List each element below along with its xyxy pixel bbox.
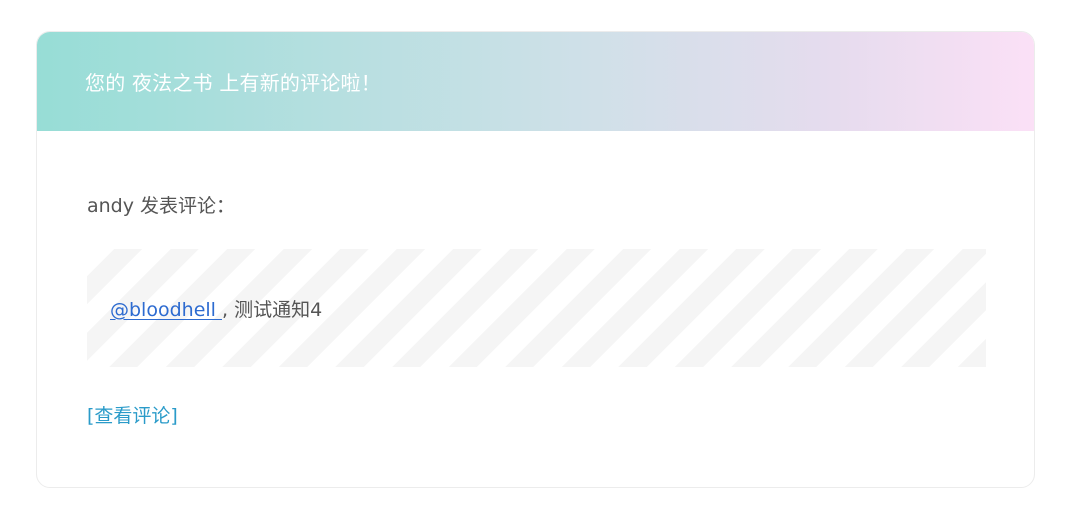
commenter-line: andy 发表评论： <box>87 195 236 217</box>
card-header: 您的 夜法之书 上有新的评论啦！ <box>37 32 1034 131</box>
notification-title: 您的 夜法之书 上有新的评论啦！ <box>85 71 381 95</box>
comment-content: @bloodhell , 测试通知4 <box>110 295 322 322</box>
card-body: andy 发表评论： @bloodhell , 测试通知4 [查看评论] <box>37 194 1034 428</box>
view-comment-link[interactable]: [查看评论] <box>87 401 178 428</box>
comment-text: , 测试通知4 <box>221 298 323 321</box>
mention-link[interactable]: @bloodhell <box>110 299 222 321</box>
comment-quote-box: @bloodhell , 测试通知4 <box>87 249 986 367</box>
notification-card: 您的 夜法之书 上有新的评论啦！ andy 发表评论： @bloodhell ,… <box>36 31 1035 488</box>
